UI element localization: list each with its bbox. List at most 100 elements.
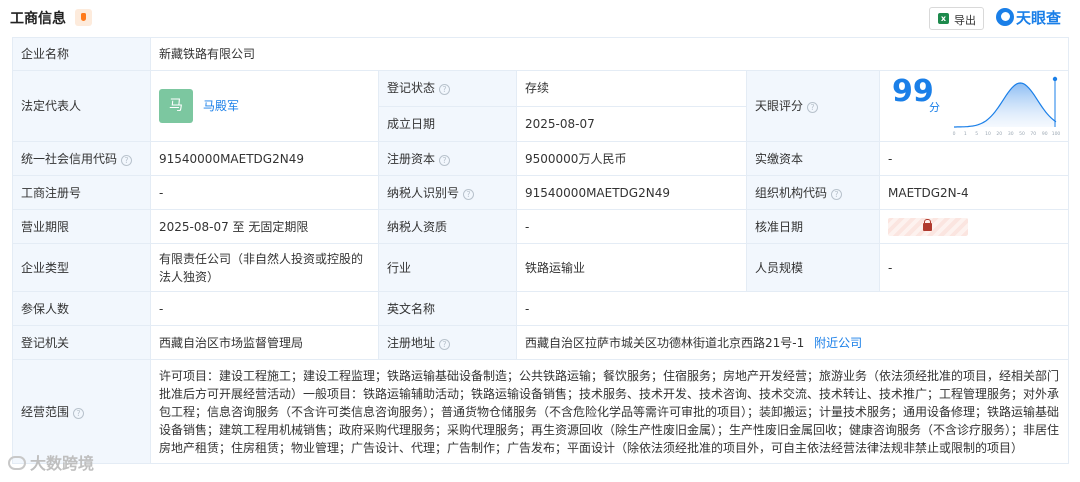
org-code-value: MAETDG2N-4 <box>878 175 1070 210</box>
reg-address-label-cell: 注册地址? <box>378 325 517 360</box>
found-date-label: 成立日期 <box>378 105 517 142</box>
scope-label: 经营范围 <box>21 404 70 419</box>
scope-label-cell: 经营范围? <box>12 359 151 464</box>
company-name-value: 新藏铁路有限公司 <box>149 37 1070 71</box>
score-label: 天眼评分 <box>755 99 804 113</box>
watermark: 大数跨境 <box>8 450 94 474</box>
table-row: 经营范围? 许可项目：建设工程施工；建设工程监理；铁路运输基础设备制造；公共铁路… <box>12 359 1070 464</box>
score-axis-tick: 70 <box>1030 131 1036 137</box>
table-row: 营业期限 2025-08-07 至 无固定期限 纳税人资质 - 核准日期 <box>12 209 1070 244</box>
watermark-logo-icon <box>8 456 26 470</box>
taxpayer-qual-value: - <box>516 209 747 244</box>
locked-value[interactable] <box>888 217 968 236</box>
watermark-text: 大数跨境 <box>30 454 95 473</box>
english-name-label: 英文名称 <box>378 291 517 326</box>
credit-code-label-cell: 统一社会信用代码? <box>12 141 151 176</box>
tianyancha-logo-icon <box>996 8 1014 26</box>
company-type-label: 企业类型 <box>12 243 151 292</box>
biz-term-value: 2025-08-07 至 无固定期限 <box>150 209 379 244</box>
legal-rep-label: 法定代表人 <box>12 70 151 142</box>
table-row: 统一社会信用代码? 91540000MAETDG2N49 注册资本? 95000… <box>12 141 1070 176</box>
taxpayer-id-label-cell: 纳税人识别号? <box>378 175 517 210</box>
org-code-label: 组织机构代码 <box>755 185 828 200</box>
score-axis-tick: 100 <box>1052 131 1061 137</box>
industry-value: 铁路运输业 <box>516 243 747 292</box>
section-title: 工商信息 <box>10 11 66 27</box>
reg-status-value: 存续 <box>516 70 747 107</box>
reg-address-cell: 西藏自治区拉萨市城关区功德林街道北京西路21号-1 附近公司 <box>515 325 1070 360</box>
help-icon[interactable]: ? <box>121 154 133 166</box>
approval-date-label: 核准日期 <box>746 209 880 244</box>
reg-address-label: 注册地址 <box>387 335 436 350</box>
table-row: 法定代表人 马马殿军 登记状态? 存续 天眼评分? 99 分 0 1 5 10 … <box>12 70 1070 142</box>
reg-authority-value: 西藏自治区市场监督管理局 <box>150 325 379 360</box>
reg-status-label: 登记状态 <box>387 81 436 96</box>
score-widget[interactable]: 99 分 0 1 5 10 20 30 50 70 90 100 <box>880 71 1068 141</box>
help-icon[interactable]: ? <box>831 188 843 200</box>
taxpayer-id-value: 91540000MAETDG2N49 <box>516 175 747 210</box>
credit-code-value: 91540000MAETDG2N49 <box>150 141 379 176</box>
excel-icon: x <box>938 13 949 24</box>
company-name-label: 企业名称 <box>12 37 151 71</box>
vip-flame-icon[interactable] <box>75 9 92 26</box>
org-code-label-cell: 组织机构代码? <box>746 175 880 210</box>
help-icon[interactable]: ? <box>73 407 85 419</box>
paid-capital-value: - <box>878 141 1070 176</box>
score-distribution-chart: 0 1 5 10 20 30 50 70 90 100 <box>953 76 1061 137</box>
table-row: 参保人数 - 英文名称 - <box>12 291 1070 326</box>
reg-capital-label-cell: 注册资本? <box>378 141 517 176</box>
nearby-companies-link[interactable]: 附近公司 <box>814 336 862 350</box>
help-icon[interactable]: ? <box>439 84 451 96</box>
staff-size-value: - <box>878 243 1070 292</box>
score-cell[interactable]: 99 分 0 1 5 10 20 30 50 70 90 100 <box>878 70 1070 142</box>
reg-capital-label: 注册资本 <box>387 151 436 166</box>
biz-reg-no-label: 工商注册号 <box>12 175 151 210</box>
taxpayer-qual-label: 纳税人资质 <box>378 209 517 244</box>
reg-address-value: 西藏自治区拉萨市城关区功德林街道北京西路21号-1 <box>525 335 805 350</box>
paid-capital-label: 实缴资本 <box>746 141 880 176</box>
taxpayer-id-label: 纳税人识别号 <box>387 185 460 200</box>
table-row: 登记机关 西藏自治区市场监督管理局 注册地址? 西藏自治区拉萨市城关区功德林街道… <box>12 325 1070 360</box>
industry-label: 行业 <box>378 243 517 292</box>
legal-rep-name-link[interactable]: 马殿军 <box>203 99 239 113</box>
help-icon[interactable]: ? <box>807 102 819 113</box>
brand-logo: 天眼查 <box>996 6 1076 28</box>
score-axis-tick: 20 <box>996 131 1002 137</box>
score-axis-tick: 1 <box>964 131 967 137</box>
scope-value: 许可项目：建设工程施工；建设工程监理；铁路运输基础设备制造；公共铁路运输；餐饮服… <box>149 359 1070 464</box>
reg-capital-value: 9500000万人民币 <box>516 141 747 176</box>
score-axis-tick: 0 <box>953 131 956 137</box>
biz-term-label: 营业期限 <box>12 209 151 244</box>
table-row: 工商注册号 - 纳税人识别号? 91540000MAETDG2N49 组织机构代… <box>12 175 1070 210</box>
business-info-table: 企业名称 新藏铁路有限公司 法定代表人 马马殿军 登记状态? 存续 天眼评分? … <box>12 37 1070 464</box>
score-axis-tick: 5 <box>975 131 978 137</box>
help-icon[interactable]: ? <box>463 188 475 200</box>
reg-authority-label: 登记机关 <box>12 325 151 360</box>
found-date-value: 2025-08-07 <box>516 105 747 142</box>
score-axis-tick: 50 <box>1019 131 1025 137</box>
approval-date-cell <box>878 209 1070 244</box>
table-row: 企业类型 有限责任公司（非自然人投资或控股的法人独资） 行业 铁路运输业 人员规… <box>12 243 1070 292</box>
score-axis-tick: 90 <box>1042 131 1048 137</box>
brand-name: 天眼查 <box>1016 9 1062 27</box>
export-button[interactable]: x 导出 <box>929 7 984 30</box>
company-type-value: 有限责任公司（非自然人投资或控股的法人独资） <box>150 243 379 292</box>
score-value: 99 <box>892 74 934 109</box>
english-name-value: - <box>515 291 1070 326</box>
lock-icon <box>923 218 932 231</box>
insured-value: - <box>150 291 379 326</box>
score-marker-dot <box>1052 76 1058 82</box>
table-row: 企业名称 新藏铁路有限公司 <box>12 37 1070 71</box>
reg-status-label-cell: 登记状态? <box>378 70 517 107</box>
credit-code-label: 统一社会信用代码 <box>21 151 118 166</box>
export-label: 导出 <box>954 14 976 27</box>
legal-rep-cell: 马马殿军 <box>150 70 379 142</box>
help-icon[interactable]: ? <box>439 338 451 350</box>
help-icon[interactable]: ? <box>439 154 451 166</box>
insured-label: 参保人数 <box>12 291 151 326</box>
score-axis-tick: 10 <box>985 131 991 137</box>
score-axis-ticks: 0 1 5 10 20 30 50 70 90 100 <box>953 131 1061 137</box>
score-axis-tick: 30 <box>1008 131 1014 137</box>
avatar[interactable]: 马 <box>159 89 193 123</box>
biz-reg-no-value: - <box>150 175 379 210</box>
